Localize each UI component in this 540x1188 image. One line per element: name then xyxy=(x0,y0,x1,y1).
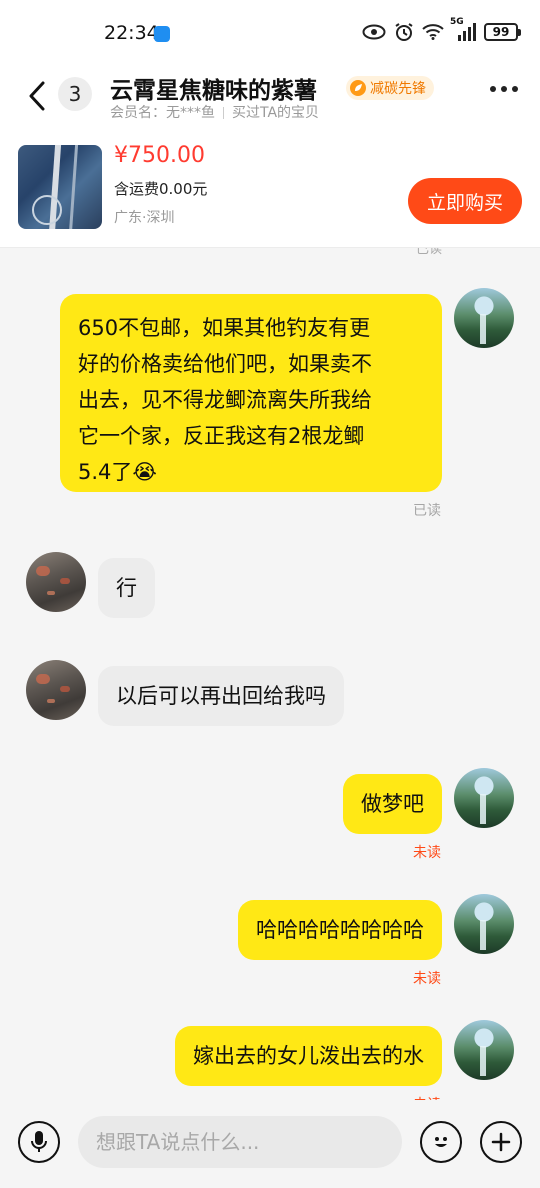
unread-receipt: 未读 xyxy=(413,971,441,987)
dot xyxy=(501,86,507,92)
product-shipping: 含运费0.00元 xyxy=(114,180,208,198)
product-thumbnail[interactable] xyxy=(18,145,102,229)
product-price: ¥750.00 xyxy=(114,143,205,168)
dot xyxy=(490,86,496,92)
contact-avatar[interactable] xyxy=(26,660,86,720)
top-panel: 22:34 5G 99 3 云霄星焦糖味的紫薯 减碳先锋 会员名：无***鱼 买… xyxy=(0,0,540,248)
status-time: 22:34 xyxy=(104,22,159,44)
message-input[interactable] xyxy=(78,1116,402,1168)
status-bar: 22:34 5G 99 xyxy=(0,0,540,62)
rod-shape xyxy=(68,145,79,229)
more-dots-icon[interactable] xyxy=(490,86,518,92)
message-line: 好的价格卖给他们吧，如果卖不 xyxy=(78,352,372,376)
network-type: 5G xyxy=(450,17,464,27)
back-button[interactable] xyxy=(22,78,52,114)
message-line: 出去，见不得龙鲫流离失所我给 xyxy=(78,388,372,412)
separator xyxy=(223,107,224,119)
message-bubble-mine[interactable]: 650不包邮，如果其他钓友有更 好的价格卖给他们吧，如果卖不 出去，见不得龙鲫流… xyxy=(60,294,442,492)
chevron-left-icon xyxy=(29,81,45,111)
product-location: 广东·深圳 xyxy=(114,210,175,226)
message-bubble-theirs[interactable]: 行 xyxy=(98,558,155,618)
my-avatar[interactable] xyxy=(454,768,514,828)
signal-icon: 5G xyxy=(450,17,476,41)
coil-shape xyxy=(32,195,62,225)
message-line: 650不包邮，如果其他钓友有更 xyxy=(78,316,371,340)
read-receipt: 已读 xyxy=(413,503,441,519)
buy-now-button[interactable]: 立即购买 xyxy=(408,178,522,224)
emoji-icon[interactable] xyxy=(420,1121,462,1163)
read-receipt: 已读 xyxy=(415,248,442,257)
battery-icon: 99 xyxy=(484,23,521,41)
dot xyxy=(512,86,518,92)
my-avatar[interactable] xyxy=(454,288,514,348)
leaf-icon xyxy=(350,80,366,96)
message-bubble-mine[interactable]: 做梦吧 xyxy=(343,774,442,834)
carbon-badge[interactable]: 减碳先锋 xyxy=(346,76,434,100)
battery-level: 99 xyxy=(492,25,510,39)
microphone-icon[interactable] xyxy=(18,1121,60,1163)
message-line: 5.4了😭 xyxy=(78,460,157,484)
message-bubble-mine[interactable]: 嫁出去的女儿泼出去的水 xyxy=(175,1026,442,1086)
unread-count-badge[interactable]: 3 xyxy=(58,77,92,111)
unread-receipt: 未读 xyxy=(413,845,441,861)
app-notification-icon xyxy=(154,26,170,42)
contact-avatar[interactable] xyxy=(26,552,86,612)
message-bubble-mine[interactable]: 哈哈哈哈哈哈哈哈 xyxy=(238,900,442,960)
input-bar xyxy=(0,1100,540,1188)
page-title: 云霄星焦糖味的紫薯 xyxy=(110,78,317,104)
chat-header: 3 云霄星焦糖味的紫薯 减碳先锋 会员名：无***鱼 买过TA的宝贝 xyxy=(0,62,540,132)
chat-messages[interactable]: 已读 650不包邮，如果其他钓友有更 好的价格卖给他们吧，如果卖不 出去，见不得… xyxy=(0,248,540,1100)
plus-icon[interactable] xyxy=(480,1121,522,1163)
purchase-link[interactable]: 买过TA的宝贝 xyxy=(232,105,319,121)
member-name: 会员名：无***鱼 xyxy=(110,105,215,121)
status-icons: 5G 99 xyxy=(362,17,521,42)
wifi-icon xyxy=(422,24,444,40)
eye-icon xyxy=(362,24,386,40)
carbon-badge-label: 减碳先锋 xyxy=(370,81,426,97)
product-card[interactable]: ¥750.00 含运费0.00元 广东·深圳 立即购买 xyxy=(0,140,540,240)
message-bubble-theirs[interactable]: 以后可以再出回给我吗 xyxy=(98,666,344,726)
message-line: 它一个家，反正我这有2根龙鲫 xyxy=(78,424,365,448)
my-avatar[interactable] xyxy=(454,894,514,954)
my-avatar[interactable] xyxy=(454,1020,514,1080)
member-info: 会员名：无***鱼 买过TA的宝贝 xyxy=(110,102,319,122)
alarm-icon xyxy=(394,22,414,42)
